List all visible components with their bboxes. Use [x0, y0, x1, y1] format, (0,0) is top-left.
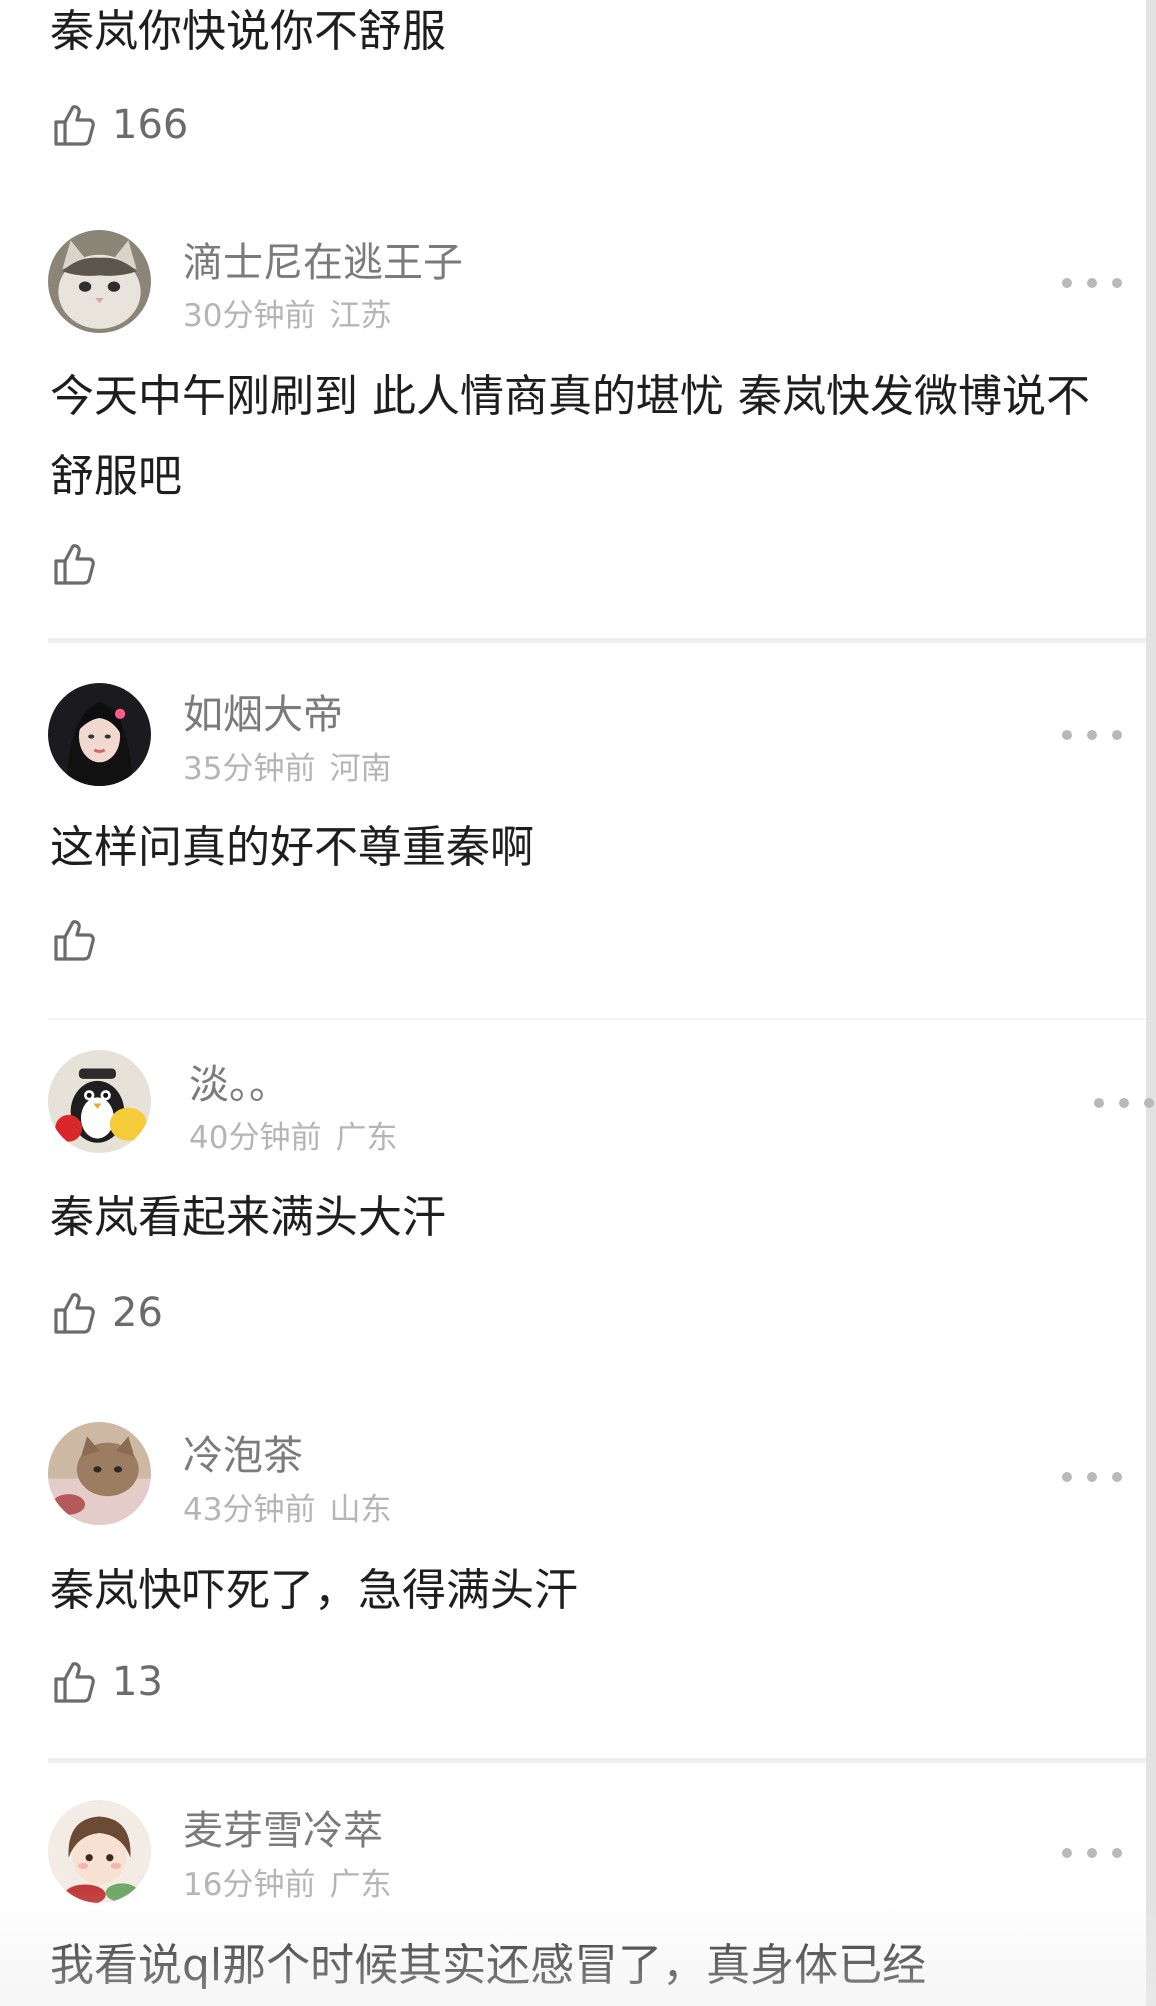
username[interactable]: 如烟大帝	[183, 690, 343, 740]
comment-location: 河南	[329, 751, 392, 787]
comment-divider	[48, 638, 1146, 643]
comment-time: 40分钟前	[189, 1120, 322, 1156]
avatar[interactable]	[48, 230, 151, 333]
comment-time: 16分钟前	[183, 1867, 316, 1903]
comment-meta: 40分钟前 广东	[189, 1118, 397, 1158]
like-button[interactable]: 13	[50, 1652, 163, 1712]
comment-location: 广东	[329, 1867, 392, 1903]
thumbs-up-icon	[50, 1658, 98, 1706]
more-dot	[1112, 1848, 1122, 1858]
username[interactable]: 淡。。	[189, 1060, 289, 1110]
comment-meta: 35分钟前 河南	[183, 749, 391, 789]
avatar[interactable]	[48, 683, 151, 786]
username[interactable]: 滴士尼在逃王子	[183, 238, 463, 288]
comment-divider	[48, 1758, 1146, 1763]
comment-text: 秦岚快吓死了，急得满头汗	[50, 1565, 578, 1616]
like-button[interactable]	[50, 534, 112, 594]
more-dot	[1144, 1098, 1154, 1108]
more-dot	[1087, 730, 1097, 740]
comment-location: 广东	[335, 1120, 398, 1156]
avatar[interactable]	[48, 1800, 151, 1903]
more-dot	[1062, 278, 1072, 288]
comment-meta: 43分钟前 山东	[183, 1490, 391, 1530]
avatar[interactable]	[48, 1422, 151, 1525]
comment-text: 今天中午刚刷到 此人情商真的堪忧 秦岚快发微博说不舒服吧	[50, 371, 1090, 502]
more-options-button[interactable]	[1062, 268, 1122, 298]
more-dot	[1062, 1472, 1072, 1482]
like-count: 166	[112, 102, 189, 148]
more-dot	[1062, 730, 1072, 740]
more-options-button[interactable]	[1062, 1462, 1122, 1492]
more-dot	[1112, 278, 1122, 288]
like-count: 13	[112, 1659, 163, 1705]
thumbs-up-icon	[50, 540, 98, 588]
comment-divider	[48, 1018, 1146, 1020]
like-count: 26	[112, 1290, 163, 1336]
thumbs-up-icon	[50, 1289, 98, 1337]
more-dot	[1062, 1848, 1072, 1858]
like-button[interactable]: 166	[50, 95, 188, 155]
more-dot	[1087, 1848, 1097, 1858]
like-button[interactable]	[50, 910, 112, 970]
comment-location: 江苏	[329, 298, 392, 334]
comment-location: 山东	[329, 1492, 392, 1528]
more-dot	[1119, 1098, 1129, 1108]
thumbs-up-icon	[50, 916, 98, 964]
screen-edge-strip	[1146, 0, 1156, 2006]
more-dot	[1087, 1472, 1097, 1482]
comment-text: 这样问真的好不尊重秦啊	[50, 822, 534, 873]
comment-time: 35分钟前	[183, 751, 316, 787]
more-options-button[interactable]	[1062, 1838, 1122, 1868]
comment-text: 秦岚你快说你不舒服	[50, 6, 446, 57]
username[interactable]: 麦芽雪冷萃	[183, 1806, 383, 1856]
more-options-button[interactable]	[1062, 720, 1122, 750]
more-dot	[1112, 730, 1122, 740]
like-button[interactable]: 26	[50, 1283, 163, 1343]
more-options-button[interactable]	[1094, 1088, 1154, 1118]
comment-text: 秦岚看起来满头大汗	[50, 1192, 446, 1243]
more-dot	[1112, 1472, 1122, 1482]
comment-text: 我看说ql那个时候其实还感冒了，真身体已经	[50, 1940, 927, 1991]
more-dot	[1094, 1098, 1104, 1108]
comment-meta: 16分钟前 广东	[183, 1865, 391, 1905]
avatar[interactable]	[48, 1050, 151, 1153]
comment-meta: 30分钟前 江苏	[183, 296, 391, 336]
thumbs-up-icon	[50, 101, 98, 149]
username[interactable]: 冷泡茶	[183, 1431, 303, 1481]
comment-time: 43分钟前	[183, 1492, 316, 1528]
more-dot	[1087, 278, 1097, 288]
comment-time: 30分钟前	[183, 298, 316, 334]
